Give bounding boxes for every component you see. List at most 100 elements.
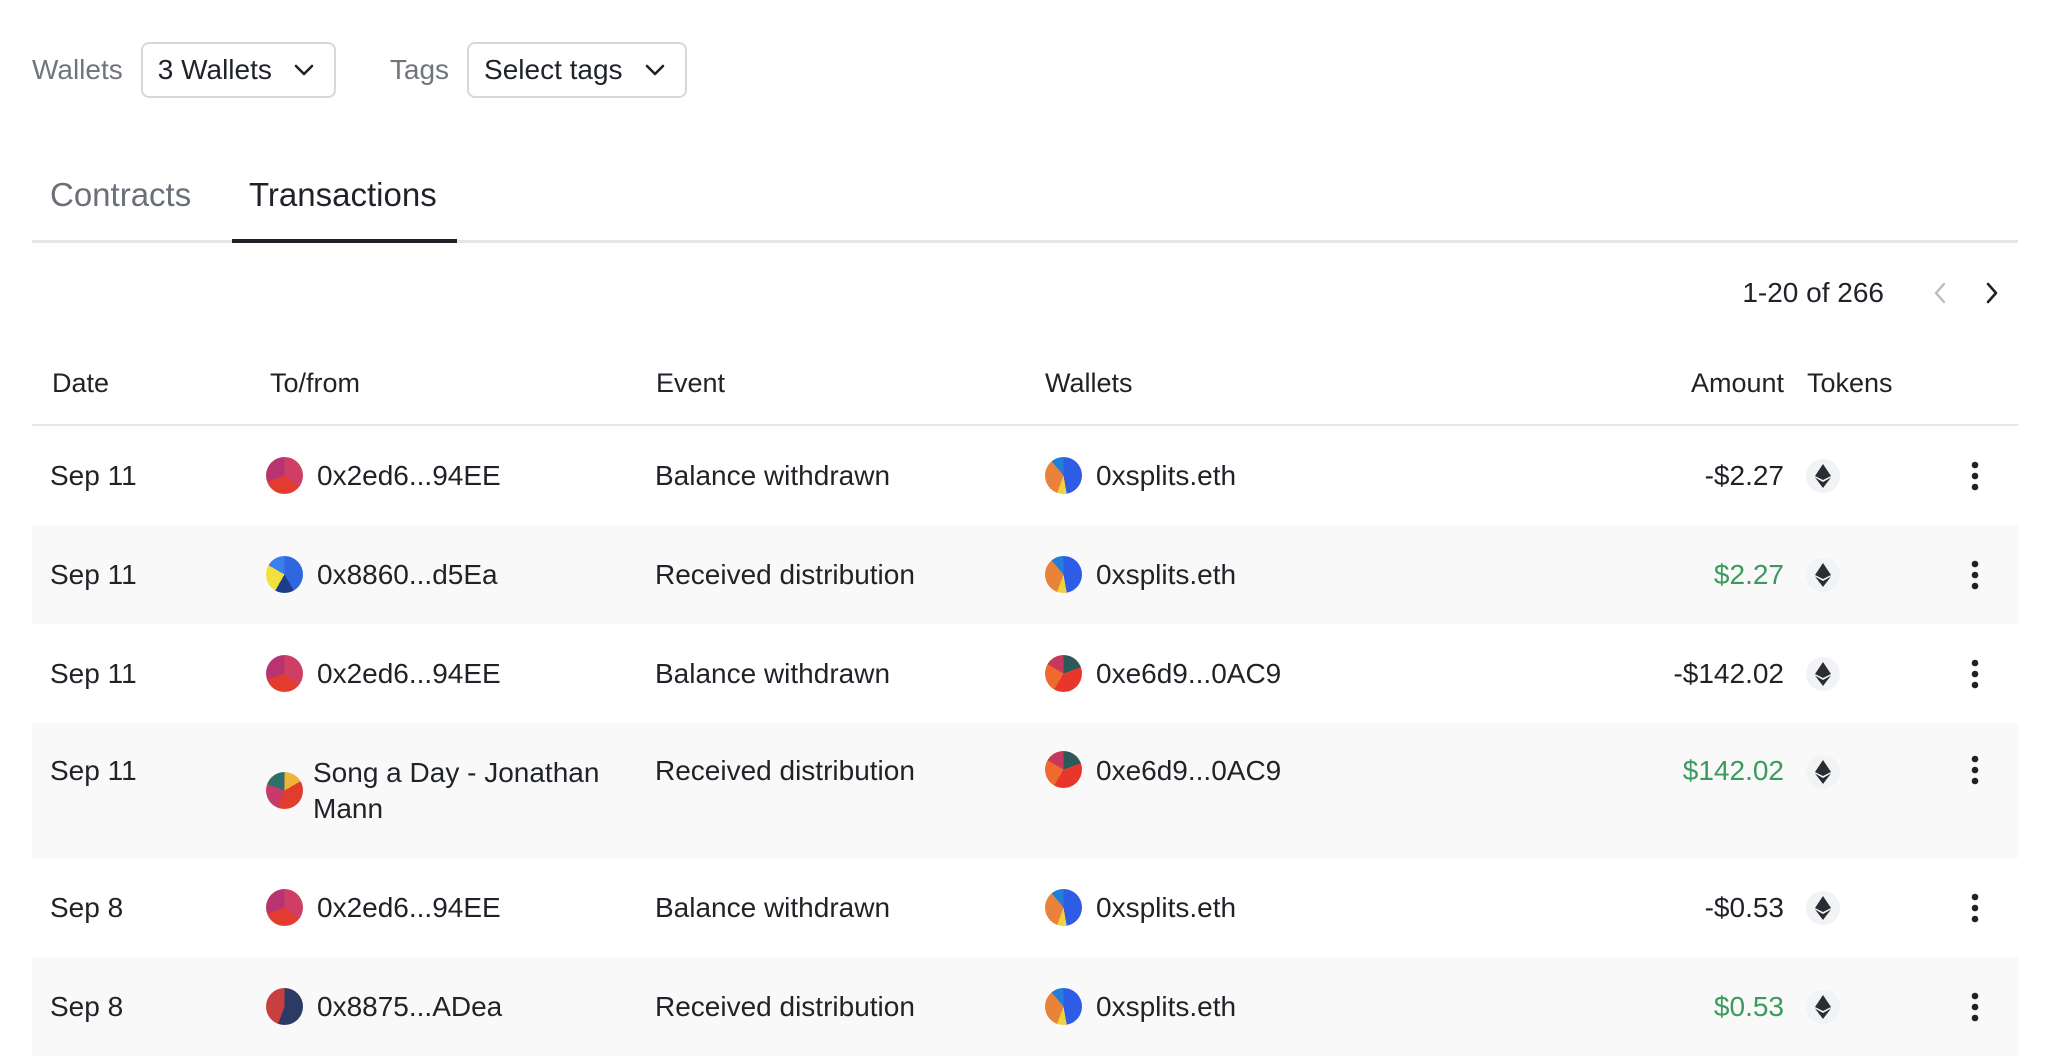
eth-icon bbox=[1806, 755, 1840, 789]
row-tofrom[interactable]: 0x2ed6...94EE bbox=[266, 624, 626, 723]
row-wallet-label: 0xsplits.eth bbox=[1096, 891, 1237, 923]
row-menu-button[interactable] bbox=[1971, 426, 1979, 525]
eth-icon bbox=[1806, 989, 1840, 1024]
row-event: Balance withdrawn bbox=[655, 891, 891, 923]
row-token bbox=[1806, 858, 1840, 957]
row-amount: $2.27 bbox=[1713, 558, 1784, 590]
next-page-button[interactable] bbox=[1966, 270, 2018, 316]
more-vertical-icon bbox=[1971, 659, 1979, 688]
row-amount: $142.02 bbox=[1682, 755, 1784, 786]
table-row[interactable]: Sep 8 0x2ed6...94EE Balance withdrawn 0x… bbox=[32, 858, 2018, 957]
wallet-avatar-icon bbox=[1045, 889, 1082, 926]
eth-icon bbox=[1806, 557, 1840, 592]
active-tab-underline bbox=[232, 239, 457, 243]
row-date: Sep 8 bbox=[50, 990, 124, 1022]
row-tofrom[interactable]: 0x2ed6...94EE bbox=[266, 426, 626, 525]
row-amount: -$0.53 bbox=[1704, 891, 1784, 923]
more-vertical-icon bbox=[1971, 992, 1979, 1021]
row-tofrom[interactable]: 0x8860...d5Ea bbox=[266, 525, 626, 624]
row-tofrom-label: 0x2ed6...94EE bbox=[317, 891, 501, 923]
table-row[interactable]: Sep 11 0x8860...d5Ea Received distributi… bbox=[32, 525, 2018, 624]
eth-icon bbox=[1806, 890, 1840, 925]
row-date: Sep 11 bbox=[50, 558, 137, 590]
wallet-avatar-icon bbox=[1045, 751, 1082, 788]
pagination: 1-20 of 266 bbox=[1742, 270, 2018, 316]
row-menu-button[interactable] bbox=[1971, 723, 1979, 858]
table-row[interactable]: Sep 8 0x8875...ADea Received distributio… bbox=[32, 957, 2018, 1056]
table-row[interactable]: Sep 11 Song a Day - Jonathan Mann Receiv… bbox=[32, 723, 2018, 858]
row-tofrom-label: 0x2ed6...94EE bbox=[317, 459, 501, 491]
row-amount: -$2.27 bbox=[1704, 459, 1784, 491]
row-date: Sep 11 bbox=[50, 755, 137, 786]
row-tofrom-label: 0x2ed6...94EE bbox=[317, 657, 501, 689]
row-wallet[interactable]: 0xsplits.eth bbox=[1045, 426, 1236, 525]
previous-page-button[interactable] bbox=[1914, 270, 1966, 316]
row-menu-button[interactable] bbox=[1971, 624, 1979, 723]
row-wallet-label: 0xe6d9...0AC9 bbox=[1096, 755, 1282, 786]
row-wallet-label: 0xsplits.eth bbox=[1096, 990, 1237, 1022]
row-wallet-label: 0xsplits.eth bbox=[1096, 459, 1237, 491]
tags-filter-label: Tags bbox=[389, 54, 450, 85]
chevron-left-icon bbox=[1934, 282, 1946, 304]
column-header-date[interactable]: Date bbox=[52, 368, 109, 399]
row-wallet[interactable]: 0xsplits.eth bbox=[1045, 525, 1236, 624]
row-date: Sep 8 bbox=[50, 891, 124, 923]
chevron-right-icon bbox=[1986, 282, 1998, 304]
row-date: Sep 11 bbox=[50, 459, 137, 491]
chevron-down-icon bbox=[645, 64, 665, 76]
row-wallet[interactable]: 0xsplits.eth bbox=[1045, 858, 1236, 957]
row-event: Received distribution bbox=[655, 558, 915, 590]
row-menu-button[interactable] bbox=[1971, 525, 1979, 624]
row-event: Balance withdrawn bbox=[655, 657, 891, 689]
row-date: Sep 11 bbox=[50, 657, 137, 689]
row-wallet[interactable]: 0xe6d9...0AC9 bbox=[1045, 624, 1281, 723]
row-tofrom[interactable]: 0x8875...ADea bbox=[266, 957, 626, 1056]
tab-contracts[interactable]: Contracts bbox=[50, 170, 191, 240]
transactions-page: Wallets 3 Wallets Tags Select tags Contr… bbox=[0, 0, 2054, 1056]
tab-transactions[interactable]: Transactions bbox=[249, 170, 437, 240]
transactions-table: Date To/from Event Wallets Amount Tokens… bbox=[32, 352, 2018, 1056]
row-menu-button[interactable] bbox=[1971, 957, 1979, 1056]
row-tofrom[interactable]: 0x2ed6...94EE bbox=[266, 858, 626, 957]
row-token bbox=[1806, 723, 1840, 858]
wallets-filter-label: Wallets bbox=[32, 54, 123, 85]
wallet-avatar-icon bbox=[1045, 655, 1082, 692]
row-amount: $0.53 bbox=[1713, 990, 1784, 1022]
tags-select-placeholder: Select tags bbox=[484, 54, 623, 85]
column-header-wallets[interactable]: Wallets bbox=[1045, 368, 1133, 399]
table-row[interactable]: Sep 11 0x2ed6...94EE Balance withdrawn 0… bbox=[32, 426, 2018, 525]
table-header: Date To/from Event Wallets Amount Tokens bbox=[32, 352, 2018, 426]
wallet-avatar-icon bbox=[1045, 457, 1082, 494]
row-event: Balance withdrawn bbox=[655, 459, 891, 491]
wallets-select-value: 3 Wallets bbox=[157, 54, 272, 85]
row-tofrom-label: Song a Day - Jonathan Mann bbox=[313, 756, 600, 824]
column-header-tofrom[interactable]: To/from bbox=[270, 368, 360, 399]
row-wallet-label: 0xe6d9...0AC9 bbox=[1096, 657, 1282, 689]
row-wallet[interactable]: 0xe6d9...0AC9 bbox=[1045, 723, 1281, 858]
wallets-select[interactable]: 3 Wallets bbox=[140, 42, 336, 98]
table-row[interactable]: Sep 11 0x2ed6...94EE Balance withdrawn 0… bbox=[32, 624, 2018, 723]
row-tofrom[interactable]: Song a Day - Jonathan Mann bbox=[266, 723, 626, 858]
more-vertical-icon bbox=[1971, 755, 1979, 785]
more-vertical-icon bbox=[1971, 461, 1979, 490]
column-header-tokens[interactable]: Tokens bbox=[1807, 368, 1893, 399]
row-tofrom-label: 0x8875...ADea bbox=[317, 990, 503, 1022]
filter-bar: Wallets 3 Wallets Tags Select tags bbox=[32, 42, 687, 98]
row-token bbox=[1806, 624, 1840, 723]
address-avatar-icon bbox=[266, 457, 303, 494]
eth-icon bbox=[1806, 458, 1840, 493]
row-wallet-label: 0xsplits.eth bbox=[1096, 558, 1237, 590]
row-token bbox=[1806, 426, 1840, 525]
wallet-avatar-icon bbox=[1045, 988, 1082, 1025]
row-token bbox=[1806, 525, 1840, 624]
tab-bar: Contracts Transactions bbox=[32, 170, 2018, 243]
row-event: Received distribution bbox=[655, 990, 915, 1022]
tags-select[interactable]: Select tags bbox=[467, 42, 687, 98]
column-header-amount[interactable]: Amount bbox=[1691, 368, 1784, 399]
row-wallet[interactable]: 0xsplits.eth bbox=[1045, 957, 1236, 1056]
more-vertical-icon bbox=[1971, 560, 1979, 589]
chevron-down-icon bbox=[294, 64, 314, 76]
address-avatar-icon bbox=[266, 772, 303, 809]
row-menu-button[interactable] bbox=[1971, 858, 1979, 957]
column-header-event[interactable]: Event bbox=[656, 368, 725, 399]
